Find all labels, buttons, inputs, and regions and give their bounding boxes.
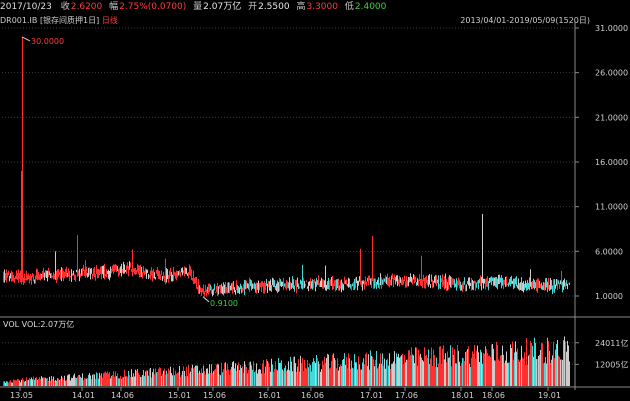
x-tick-label: 13.05 [10,391,33,400]
y-tick-label: 21.0000 [595,113,628,122]
x-tick-label: 15.06 [203,391,226,400]
volume-tick-label: 12005亿 [595,359,628,369]
candle-series [3,36,570,297]
volume-bars [3,336,570,386]
x-tick-label: 17.01 [360,391,383,400]
x-tick-label: 18.06 [482,391,505,400]
max-annotation: 30.0000 [31,37,64,46]
max-marker-line [21,36,31,42]
x-tick-label: 17.06 [395,391,418,400]
x-tick-label: 16.06 [301,391,324,400]
x-tick-label: 15.01 [168,391,191,400]
x-tick-label: 14.06 [111,391,134,400]
y-tick-label: 6.0000 [595,247,623,256]
y-tick-label: 31.0000 [595,24,628,33]
y-tick-label: 11.0000 [595,203,628,212]
x-tick-label: 19.01 [538,391,561,400]
price-chart[interactable]: 31.0000 26.0000 21.0000 16.0000 11.0000 6.000… [0,0,630,401]
min-annotation: 0.9100 [210,299,238,308]
y-tick-label: 1.0000 [595,292,623,301]
volume-tick-label: 24011亿 [595,338,628,348]
x-tick-label: 14.01 [72,391,95,400]
y-tick-label: 26.0000 [595,69,628,78]
x-tick-label: 18.01 [451,391,474,400]
y-tick-label: 16.0000 [595,158,628,167]
min-marker-line [202,296,210,303]
x-tick-label: 16.01 [258,391,281,400]
volume-panel-label: VOL VOL:2.07万亿 [3,320,75,329]
